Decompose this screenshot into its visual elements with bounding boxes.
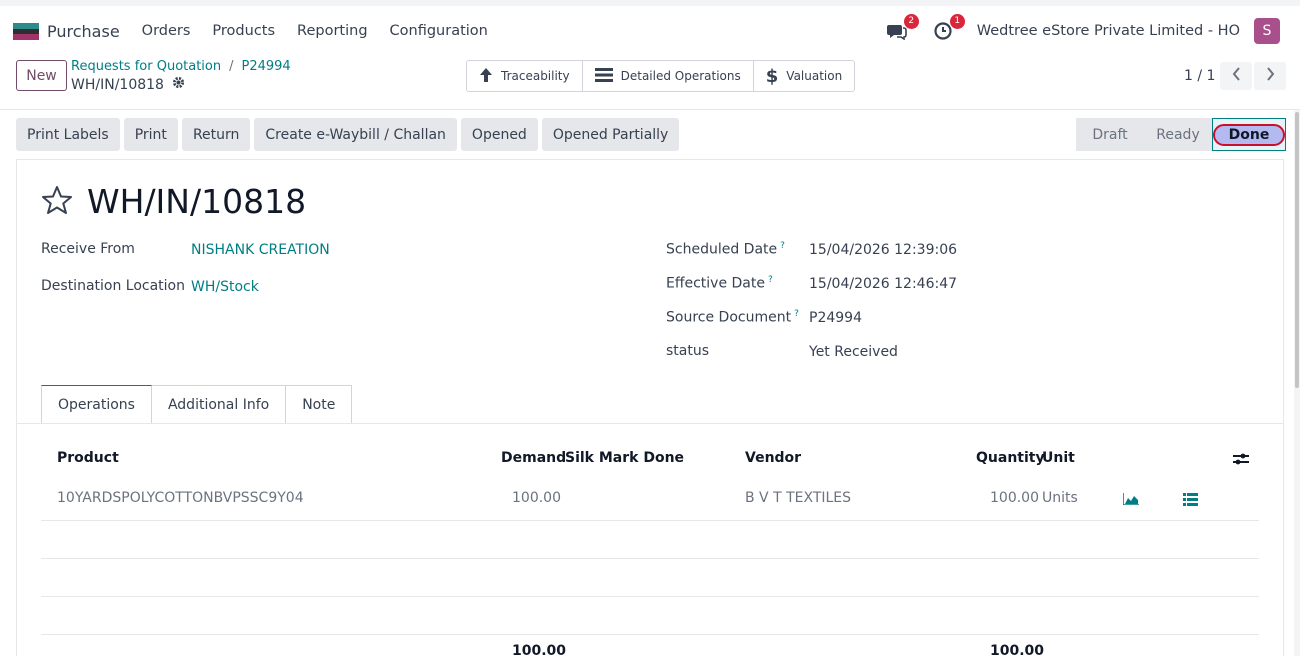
scheduled-date-label: Scheduled Date? bbox=[666, 241, 785, 258]
create-ewaybill-button[interactable]: Create e-Waybill / Challan bbox=[254, 118, 457, 151]
arrow-up-icon bbox=[479, 67, 493, 86]
scheduled-date-field[interactable]: 15/04/2026 12:39:06 bbox=[809, 242, 957, 258]
forecast-chart-icon[interactable] bbox=[1122, 493, 1139, 509]
print-button[interactable]: Print bbox=[123, 118, 178, 151]
chat-icon[interactable]: 2 bbox=[886, 14, 919, 41]
current-record: WH/IN/10818 bbox=[71, 76, 164, 93]
help-icon[interactable]: ? bbox=[780, 241, 785, 251]
row-unit[interactable]: Units bbox=[1042, 490, 1078, 506]
stage-done[interactable]: Done bbox=[1212, 118, 1286, 151]
top-navbar: Purchase Orders Products Reporting Confi… bbox=[0, 0, 1300, 56]
tab-additional-info[interactable]: Additional Info bbox=[151, 385, 287, 424]
notebook-tabs: Operations Additional Info Note bbox=[41, 385, 353, 424]
col-demand[interactable]: Demand bbox=[501, 450, 566, 466]
chevron-left-icon bbox=[1232, 67, 1241, 85]
total-quantity: 100.00 bbox=[990, 643, 1045, 656]
return-button[interactable]: Return bbox=[181, 118, 251, 151]
help-icon[interactable]: ? bbox=[768, 275, 773, 285]
tab-note[interactable]: Note bbox=[286, 385, 353, 424]
pager-previous-button[interactable] bbox=[1220, 62, 1252, 90]
col-silk-mark-done[interactable]: Silk Mark Done bbox=[565, 450, 684, 466]
stage-ready[interactable]: Ready bbox=[1144, 118, 1212, 151]
receive-from-field[interactable]: NISHANK CREATION bbox=[191, 242, 330, 258]
smart-buttons: Traceability Detailed Operations $ Valua… bbox=[466, 60, 856, 92]
source-document-label-text: Source Document bbox=[666, 309, 792, 326]
row-demand[interactable]: 100.00 bbox=[512, 490, 561, 506]
source-document-label: Source Document? bbox=[666, 309, 799, 326]
stage-done-label: Done bbox=[1212, 123, 1286, 146]
col-vendor[interactable]: Vendor bbox=[745, 450, 801, 466]
traceability-label: Traceability bbox=[501, 69, 570, 83]
purchase-app-icon[interactable] bbox=[13, 22, 39, 40]
col-product[interactable]: Product bbox=[57, 450, 119, 466]
menu-configuration[interactable]: Configuration bbox=[390, 23, 488, 39]
menu-reporting[interactable]: Reporting bbox=[297, 23, 368, 39]
main-menu: Orders Products Reporting Configuration bbox=[142, 23, 488, 39]
record-title: WH/IN/10818 bbox=[87, 182, 307, 221]
pager-next-button[interactable] bbox=[1254, 62, 1286, 90]
activity-badge: 1 bbox=[949, 14, 965, 29]
form-sheet: WH/IN/10818 Receive From NISHANK CREATIO… bbox=[16, 159, 1284, 656]
new-button[interactable]: New bbox=[16, 60, 67, 91]
source-document-field[interactable]: P24994 bbox=[809, 310, 862, 326]
opened-button[interactable]: Opened bbox=[460, 118, 538, 151]
effective-date-label: Effective Date? bbox=[666, 275, 773, 292]
print-labels-button[interactable]: Print Labels bbox=[16, 118, 120, 151]
status-field[interactable]: Yet Received bbox=[809, 344, 898, 360]
effective-date-label-text: Effective Date bbox=[666, 275, 765, 292]
pager-value[interactable]: 1 / 1 bbox=[1184, 68, 1215, 84]
activity-clock-icon[interactable]: 1 bbox=[933, 14, 965, 41]
star-icon[interactable] bbox=[41, 185, 73, 219]
chevron-right-icon bbox=[1266, 67, 1275, 85]
scrollbar-thumb[interactable] bbox=[1295, 112, 1299, 388]
user-avatar[interactable]: S bbox=[1254, 18, 1280, 44]
status-bar: Draft Ready Done bbox=[1076, 118, 1286, 151]
list-icon bbox=[594, 67, 613, 85]
row-quantity[interactable]: 100.00 bbox=[990, 490, 1039, 506]
stage-draft[interactable]: Draft bbox=[1076, 118, 1144, 151]
app-name[interactable]: Purchase bbox=[47, 22, 120, 41]
chat-badge: 2 bbox=[903, 14, 919, 29]
breadcrumb: Requests for Quotation / P24994 bbox=[71, 59, 291, 74]
column-settings-icon[interactable] bbox=[1233, 452, 1249, 470]
menu-orders[interactable]: Orders bbox=[142, 23, 191, 39]
tab-operations[interactable]: Operations bbox=[41, 385, 152, 424]
row-product[interactable]: 10YARDSPOLYCOTTONBVPSSC9Y04 bbox=[57, 490, 304, 506]
destination-location-label: Destination Location bbox=[41, 278, 185, 294]
row-vendor[interactable]: B V T TEXTILES bbox=[745, 490, 851, 506]
traceability-button[interactable]: Traceability bbox=[467, 61, 583, 91]
company-switcher[interactable]: Wedtree eStore Private Limited - HO bbox=[977, 23, 1240, 39]
total-demand: 100.00 bbox=[512, 643, 567, 656]
breadcrumb-p24994[interactable]: P24994 bbox=[242, 59, 291, 74]
col-quantity[interactable]: Quantity bbox=[976, 450, 1045, 466]
detailed-operations-label: Detailed Operations bbox=[620, 69, 741, 83]
valuation-label: Valuation bbox=[786, 69, 843, 83]
status-label: status bbox=[666, 343, 710, 359]
valuation-button[interactable]: $ Valuation bbox=[754, 61, 854, 91]
gear-icon[interactable] bbox=[172, 76, 185, 93]
menu-products[interactable]: Products bbox=[212, 23, 275, 39]
control-panel: New Requests for Quotation / P24994 WH/IN/… bbox=[0, 56, 1300, 110]
breadcrumb-rfq[interactable]: Requests for Quotation bbox=[71, 59, 221, 74]
effective-date-field[interactable]: 15/04/2026 12:46:47 bbox=[809, 276, 957, 292]
opened-partially-button[interactable]: Opened Partially bbox=[541, 118, 680, 151]
col-unit[interactable]: Unit bbox=[1042, 450, 1075, 466]
destination-location-field[interactable]: WH/Stock bbox=[191, 279, 259, 295]
scheduled-date-label-text: Scheduled Date bbox=[666, 241, 778, 258]
action-buttons: Print Labels Print Return Create e-Waybi… bbox=[16, 118, 680, 151]
receive-from-label: Receive From bbox=[41, 241, 135, 257]
detailed-operations-button[interactable]: Detailed Operations bbox=[583, 61, 754, 91]
detailed-operations-list-icon[interactable] bbox=[1183, 493, 1198, 510]
help-icon[interactable]: ? bbox=[794, 309, 799, 319]
dollar-icon: $ bbox=[765, 65, 779, 87]
